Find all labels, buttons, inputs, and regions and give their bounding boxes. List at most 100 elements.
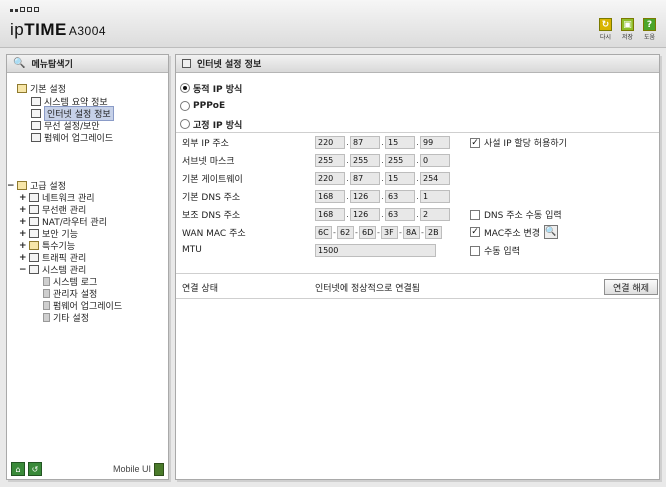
mtu-manual-label: 수동 입력 [484, 247, 520, 257]
dns-manual-checkbox[interactable]: DNS 주소 수동 입력 [470, 208, 562, 221]
secondary-dns-label: 보조 DNS 주소 [182, 210, 241, 221]
mobile-ui-link[interactable]: Mobile UI [112, 462, 164, 476]
tree-basic-label: 기본 설정 [30, 85, 66, 95]
radio-dot [180, 101, 190, 111]
tree-item-security[interactable]: + 보안 기능 [19, 228, 78, 241]
search-icon: 🔍 [545, 227, 557, 237]
logo-mark [10, 7, 39, 12]
wireless-icon [31, 121, 41, 130]
tree-item-admin-settings[interactable]: 관리자 설정 [43, 288, 97, 300]
dns2-octet-1: 168 [315, 207, 345, 221]
mac-octet-1: 6C [315, 225, 332, 239]
menu-explorer-label: 메뉴탐색기 [31, 60, 73, 70]
mac-change-checkbox[interactable]: ✓ MAC주소 변경 🔍 [470, 225, 559, 239]
collapse-icon[interactable]: − [19, 265, 27, 275]
radio-label: 동적 IP 방식 [193, 84, 243, 95]
mtu-label: MTU [182, 245, 202, 255]
connection-type-group: 동적 IP 방식 PPPoE 고정 IP 방식 [176, 73, 659, 133]
external-ip-octet-2: 87 [350, 135, 380, 149]
tree-item-internet-settings[interactable]: 인터넷 설정 정보 [31, 106, 114, 121]
tree-item-other-settings[interactable]: 기타 설정 [43, 312, 89, 324]
brand-logo: ipTIME A3004 [10, 20, 106, 40]
tree-basic-settings[interactable]: 기본 설정 [17, 83, 66, 95]
refresh-button[interactable]: ↻ 다시 [597, 18, 614, 41]
tree-item-traffic[interactable]: + 트래픽 관리 [19, 252, 86, 265]
tree-item-nat-router[interactable]: + NAT/라우터 관리 [19, 216, 107, 229]
mobile-ui-label: Mobile UI [112, 464, 151, 474]
tree-item-network[interactable]: + 네트워크 관리 [19, 192, 95, 205]
panel-title-label: 인터넷 설정 정보 [197, 60, 262, 70]
folder-icon [29, 241, 39, 250]
tree-item-wireless-security[interactable]: 무선 설정/보안 [31, 120, 100, 132]
brand-time: TIME [24, 20, 67, 39]
primary-dns-label: 기본 DNS 주소 [182, 192, 241, 203]
save-icon: ▣ [621, 18, 634, 31]
expand-icon[interactable]: + [19, 205, 27, 215]
tree-item-system-management[interactable]: − 시스템 관리 [19, 264, 86, 277]
folder-icon [17, 181, 27, 190]
expand-icon[interactable]: + [19, 241, 27, 251]
panel-icon [182, 59, 191, 68]
private-ip-checkbox[interactable]: ✓ 사설 IP 할당 허용하기 [470, 136, 567, 149]
mtu-field: 1500 [315, 243, 436, 257]
disconnect-button[interactable]: 연결 해제 [604, 279, 658, 295]
tree-item-system-log[interactable]: 시스템 로그 [43, 276, 97, 288]
connection-status-value: 인터넷에 정상적으로 연결됨 [315, 283, 421, 294]
tree-item-special[interactable]: + 특수기능 [19, 240, 75, 253]
tree-item-firmware-sub[interactable]: 펌웨어 업그레이드 [43, 300, 122, 312]
gateway-octet-2: 87 [350, 171, 380, 185]
expand-icon[interactable]: + [19, 193, 27, 203]
tree-item-wlan[interactable]: + 무선랜 관리 [19, 204, 86, 217]
wan-mac-label: WAN MAC 주소 [182, 228, 246, 239]
home-icon[interactable]: ⌂ [11, 462, 25, 476]
page-icon [43, 277, 50, 286]
refresh-tree-icon[interactable]: ↺ [28, 462, 42, 476]
mobile-icon [154, 462, 164, 476]
wlan-icon [29, 205, 39, 214]
refresh-label: 다시 [599, 34, 612, 41]
row-primary-dns: 기본 DNS 주소 168. 126. 63. 1 [182, 189, 450, 203]
radio-label: PPPoE [193, 101, 226, 111]
brand-ip: ip [10, 20, 25, 39]
checkbox-unchecked [470, 209, 480, 220]
radio-dynamic-ip[interactable]: 동적 IP 방식 [180, 79, 659, 97]
refresh-icon: ↻ [599, 18, 612, 31]
collapse-icon[interactable]: − [7, 181, 15, 191]
gateway-octet-4: 254 [420, 171, 450, 185]
gateway-octet-1: 220 [315, 171, 345, 185]
expand-icon[interactable]: + [19, 253, 27, 263]
tree-item-label: 펌웨어 업그레이드 [44, 134, 114, 144]
help-label: 도움 [643, 34, 656, 41]
mac-search-button[interactable]: 🔍 [544, 225, 559, 239]
help-button[interactable]: ? 도움 [641, 18, 658, 41]
tree-item-firmware-upgrade[interactable]: 펌웨어 업그레이드 [31, 132, 114, 144]
mac-octet-3: 6D [359, 225, 376, 239]
tree-advanced-settings[interactable]: − 고급 설정 [7, 180, 66, 193]
expand-icon[interactable]: + [19, 217, 27, 227]
gateway-octet-3: 15 [385, 171, 415, 185]
connection-status-row: 연결 상태 인터넷에 정상적으로 연결됨 연결 해제 [182, 279, 658, 295]
expand-icon[interactable]: + [19, 229, 27, 239]
mac-octet-6: 2B [425, 225, 442, 239]
mtu-manual-checkbox[interactable]: 수동 입력 [470, 244, 520, 257]
mac-octet-4: 3F [381, 225, 398, 239]
radio-static-ip[interactable]: 고정 IP 방식 [180, 115, 659, 133]
page-icon [43, 301, 50, 310]
checkbox-checked: ✓ [470, 137, 480, 148]
dns2-octet-3: 63 [385, 207, 415, 221]
dns1-octet-4: 1 [420, 189, 450, 203]
external-ip-octet-1: 220 [315, 135, 345, 149]
page-icon [43, 313, 50, 322]
section-divider [176, 273, 659, 274]
dns1-octet-2: 126 [350, 189, 380, 203]
header-bar: ipTIME A3004 ↻ 다시 ▣ 저장 ? 도움 [0, 0, 666, 48]
lock-icon [29, 229, 39, 238]
save-button[interactable]: ▣ 저장 [619, 18, 636, 41]
radio-pppoe[interactable]: PPPoE [180, 97, 659, 115]
subnet-octet-1: 255 [315, 153, 345, 167]
checkbox-unchecked [470, 245, 480, 256]
mac-change-label: MAC주소 변경 [484, 228, 541, 239]
dns1-octet-1: 168 [315, 189, 345, 203]
network-icon [29, 193, 39, 202]
internet-settings-panel: 인터넷 설정 정보 동적 IP 방식 PPPoE 고정 IP 방식 외부 IP … [175, 54, 660, 480]
